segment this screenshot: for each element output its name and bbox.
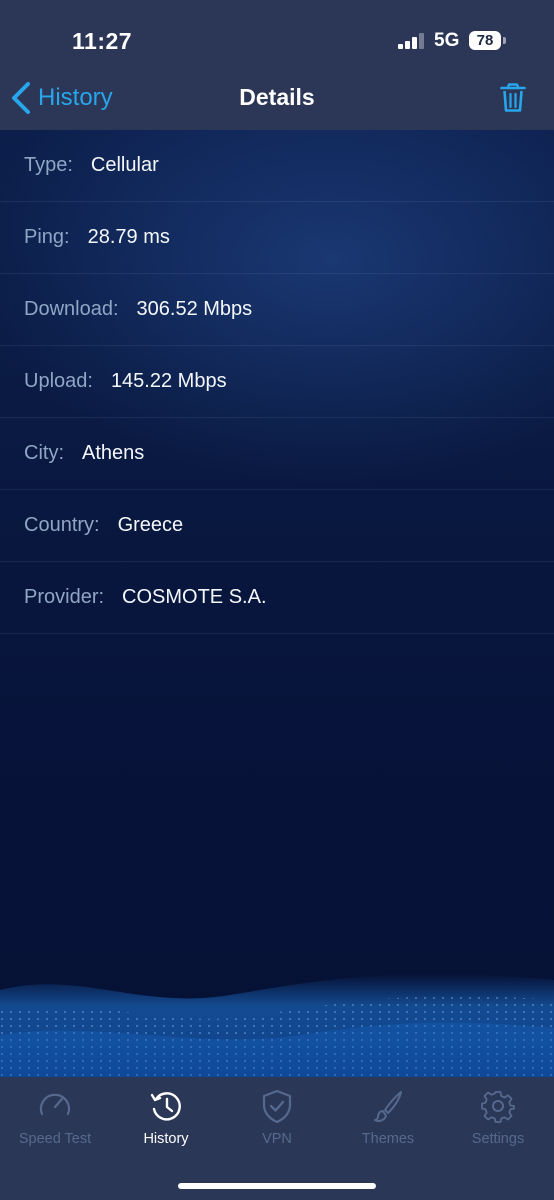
tab-label: Settings — [471, 1131, 525, 1147]
header: 11:27 5G 78 History Details — [0, 0, 554, 130]
detail-label: Type: — [24, 154, 73, 176]
detail-value: Cellular — [90, 154, 159, 176]
tab-label: Speed Test — [18, 1131, 92, 1147]
gear-icon — [481, 1091, 515, 1123]
tab-themes[interactable]: Themes — [333, 1077, 443, 1157]
tab-label: VPN — [262, 1131, 292, 1147]
trash-icon[interactable] — [500, 83, 526, 113]
detail-row-type: Type: Cellular — [0, 130, 554, 202]
detail-value: 145.22 Mbps — [110, 370, 227, 392]
speedometer-icon — [39, 1093, 71, 1116]
tab-settings[interactable]: Settings — [443, 1077, 553, 1157]
detail-label: Upload: — [24, 370, 93, 392]
detail-row-country: Country: Greece — [0, 490, 554, 562]
detail-row-download: Download: 306.52 Mbps — [0, 274, 554, 346]
status-time: 11:27 — [72, 28, 133, 54]
tab-vpn[interactable]: VPN — [222, 1077, 332, 1157]
tab-history[interactable]: History — [111, 1077, 221, 1157]
battery-icon: 78 — [469, 31, 501, 50]
cellular-signal-icon — [398, 33, 424, 49]
network-type: 5G — [434, 30, 460, 51]
detail-value: 28.79 ms — [87, 226, 170, 248]
detail-label: Country: — [24, 514, 100, 536]
brush-icon — [374, 1091, 402, 1122]
tab-label: Themes — [361, 1131, 415, 1147]
detail-label: Download: — [24, 298, 119, 320]
detail-value: Athens — [82, 442, 145, 464]
detail-row-provider: Provider: COSMOTE S.A. — [0, 562, 554, 634]
tab-speed-test[interactable]: Speed Test — [0, 1077, 110, 1157]
tab-bar: Speed Test History VPN Themes Settings — [0, 1077, 554, 1200]
detail-label: Provider: — [24, 586, 105, 608]
decorative-wave-graphic — [0, 973, 554, 1080]
battery-tip — [503, 37, 506, 44]
detail-row-city: City: Athens — [0, 418, 554, 490]
detail-value: COSMOTE S.A. — [122, 586, 267, 608]
page-title: Details — [239, 84, 315, 110]
history-icon — [150, 1092, 181, 1121]
detail-label: Ping: — [24, 226, 70, 248]
detail-value: Greece — [117, 514, 184, 536]
tab-label: History — [143, 1131, 189, 1147]
home-indicator[interactable] — [178, 1183, 376, 1189]
detail-label: City: — [24, 442, 64, 464]
detail-row-ping: Ping: 28.79 ms — [0, 202, 554, 274]
detail-row-upload: Upload: 145.22 Mbps — [0, 346, 554, 418]
detail-value: 306.52 Mbps — [136, 298, 253, 320]
shield-check-icon — [262, 1089, 292, 1123]
details-list: Type: Cellular Ping: 28.79 ms Download: … — [0, 130, 554, 634]
